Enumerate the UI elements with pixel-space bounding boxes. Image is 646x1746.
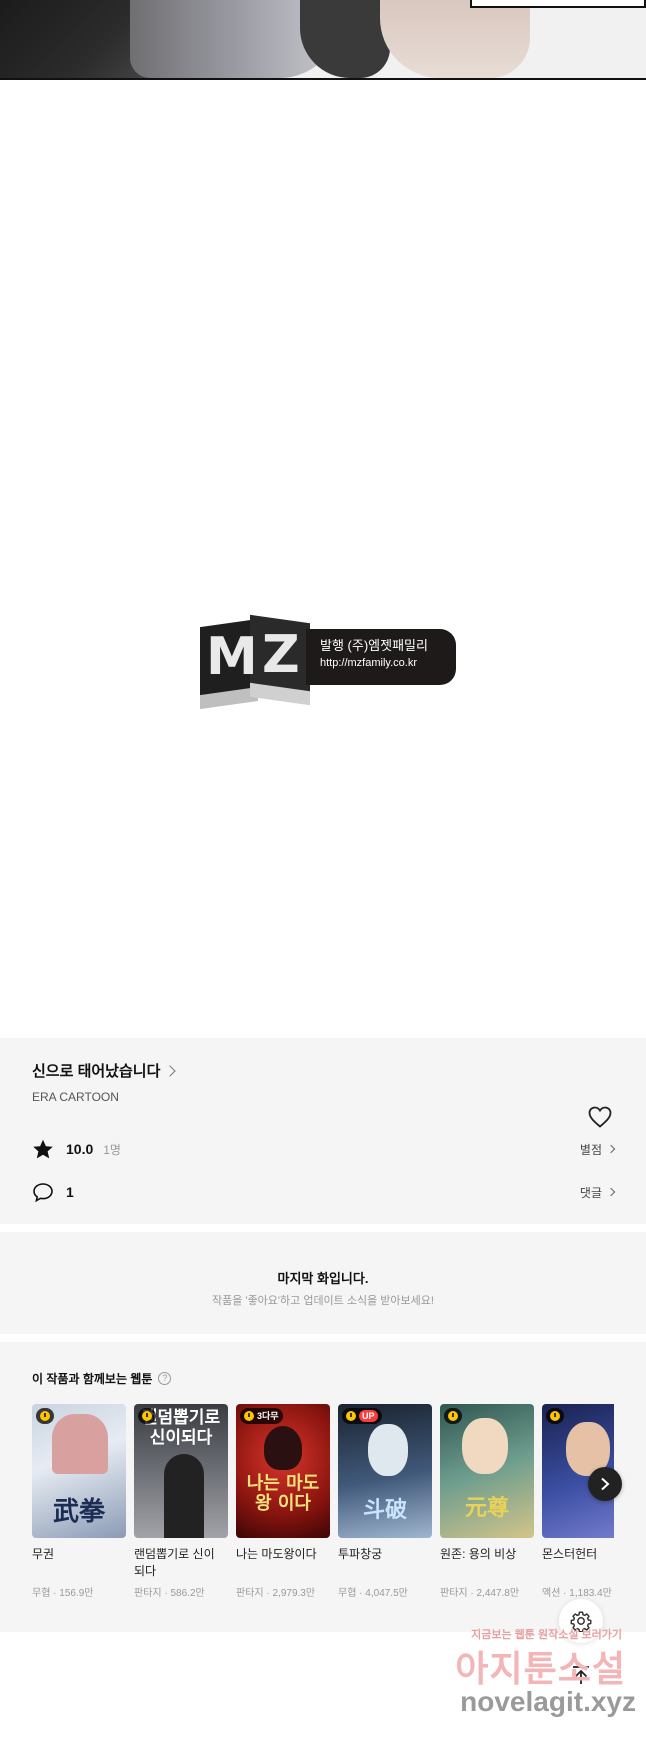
work-title-link[interactable]: 신으로 태어났습니다 [32,1060,177,1081]
watermark-brand: 아지툰소설 [455,1648,626,1689]
help-icon[interactable]: ? [158,1372,172,1385]
wait-free-badge: 3다무 [240,1408,283,1424]
comment-count: 1 [66,1184,74,1200]
comic-panel-border [470,0,646,8]
wait-free-badge [138,1408,156,1424]
cover-figure [462,1418,508,1474]
rec-title: 랜덤뽑기로 신이 되다 [134,1547,215,1578]
comment-link[interactable]: 댓글 [579,1184,616,1201]
recommendations-heading: 이 작품과 함께보는 웹툰 [32,1372,153,1386]
mz-logo-mark: M Z [198,614,316,711]
rec-thumbnail: 武拳 [32,1404,126,1538]
clock-icon [346,1411,356,1421]
comic-panel-top [0,0,646,80]
speech-bubble-icon [32,1181,54,1203]
rec-meta: 무협 · 4,047.5만 [338,1588,408,1599]
last-episode-heading: 마지막 화입니다. [277,1271,369,1286]
rating-link[interactable]: 별점 [579,1141,616,1158]
rec-title: 투파창궁 [338,1547,383,1561]
carousel-next-button[interactable] [588,1467,622,1501]
rec-card[interactable]: 斗破 UP 투파창궁 무협 · 4,047.5만 [338,1404,432,1599]
rec-meta: 판타지 · 2,979.3만 [236,1588,316,1599]
rating-count: 1명 [103,1142,121,1157]
recommendations-section: 이 작품과 함께보는 웹툰 ? 武拳 무권 무협 · 156.9만 랜덤뽑기로 … [0,1342,646,1632]
publisher-url: http://mzfamily.co.kr [320,657,417,669]
work-author: ERA CARTOON [32,1090,119,1104]
rec-thumbnail: 나는 마도왕 이다 3다무 [236,1404,330,1538]
comic-frame-line [0,78,646,80]
last-episode-subtext: 작품을 '좋아요'하고 업데이트 소식을 받아보세요! [212,1295,434,1307]
comment-link-label: 댓글 [579,1185,602,1200]
watermark-domain: novelagit.xyz [460,1686,636,1717]
rec-meta: 판타지 · 2,447.8만 [440,1588,520,1599]
cover-figure [264,1426,302,1470]
chevron-right-icon [601,1477,610,1491]
work-title: 신으로 태어났습니다 [32,1063,161,1080]
rec-card[interactable]: 武拳 무권 무협 · 156.9만 [32,1404,126,1599]
chevron-right-icon [164,1064,177,1077]
site-watermark: 지금보는 웹툰 원작소설 보러가기 아지툰소설 novelagit.xyz [430,1626,646,1744]
publisher-tag: 발행 (주)엠젯패밀리 http://mzfamily.co.kr [306,629,456,685]
rating-row: 10.0 1명 별점 [32,1138,616,1160]
badge-label: 3다무 [257,1411,279,1421]
comic-art-hand [380,0,530,78]
cover-figure [164,1454,204,1538]
up-badge: UP [359,1410,378,1422]
cover-figure [52,1414,108,1474]
rec-meta: 무협 · 156.9만 [32,1588,94,1599]
rating-link-label: 별점 [579,1142,602,1157]
chevron-right-icon [606,1144,616,1154]
publisher-name: 발행 (주)엠젯패밀리 [320,638,428,653]
wait-free-badge [546,1408,564,1424]
star-icon [32,1138,54,1160]
mz-logo-letter-m: M [206,627,258,687]
clock-icon [448,1411,458,1421]
recommendations-carousel: 武拳 무권 무협 · 156.9만 랜덤뽑기로 신이되다 랜덤뽑기로 신이 되다… [32,1404,614,1614]
rec-title: 몬스터헌터 [542,1547,598,1561]
rec-card[interactable]: 元尊 원존: 용의 비상 판타지 · 2,447.8만 [440,1404,534,1599]
rec-meta: 판타지 · 586.2만 [134,1588,205,1599]
comment-row: 1 댓글 [32,1181,616,1203]
rating-score: 10.0 [66,1141,94,1157]
clock-icon [40,1411,50,1421]
like-heart-icon[interactable] [588,1106,612,1133]
chevron-right-icon [606,1187,616,1197]
rec-title: 나는 마도왕이다 [236,1547,317,1561]
rec-thumbnail: 元尊 [440,1404,534,1538]
mz-logo-letter-z: Z [262,625,300,685]
cover-title: 元尊 [464,1496,509,1521]
publisher-logo: M Z 발행 (주)엠젯패밀리 http://mzfamily.co.kr [198,614,458,715]
cover-title: 武拳 [52,1497,105,1527]
rec-card[interactable]: 나는 마도왕 이다 3다무 나는 마도왕이다 판타지 · 2,979.3만 [236,1404,330,1599]
rec-meta: 액션 · 1,183.4만 [542,1588,612,1599]
clock-icon [142,1411,152,1421]
clock-icon [244,1411,254,1421]
rec-card[interactable]: 몬스터헌터 액션 · 1,183.4만 [542,1404,614,1599]
recommendations-header: 이 작품과 함께보는 웹툰 ? [32,1370,172,1387]
wait-free-badge: UP [342,1408,382,1424]
cover-title: 斗破 [362,1498,407,1523]
rec-thumbnail: 斗破 UP [338,1404,432,1538]
clock-icon [550,1411,560,1421]
rec-title: 원존: 용의 비상 [440,1547,517,1561]
cover-title: 나는 마도왕 이다 [246,1473,320,1514]
wait-free-badge [444,1408,462,1424]
wait-free-badge [36,1408,54,1424]
cover-art [236,1404,330,1538]
cover-figure [368,1424,408,1476]
work-info-section: 신으로 태어났습니다 ERA CARTOON 10.0 1명 별점 1 댓글 [0,1038,646,1224]
rec-title: 무권 [32,1547,55,1561]
rec-card[interactable]: 랜덤뽑기로 신이되다 랜덤뽑기로 신이 되다 판타지 · 586.2만 [134,1404,228,1599]
rec-thumbnail: 랜덤뽑기로 신이되다 [134,1404,228,1538]
last-episode-notice: 마지막 화입니다. 작품을 '좋아요'하고 업데이트 소식을 받아보세요! [0,1232,646,1334]
